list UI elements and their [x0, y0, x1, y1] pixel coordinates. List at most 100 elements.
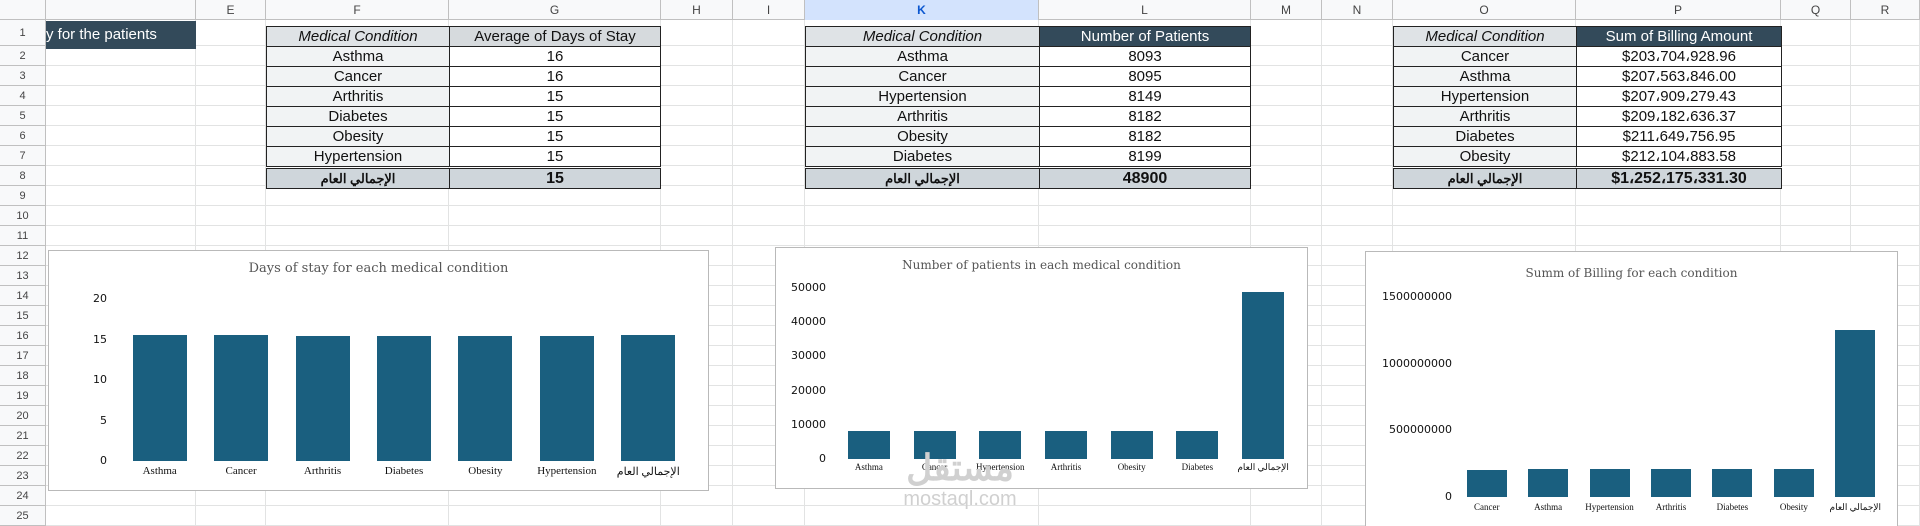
table-cell-condition[interactable]: Obesity [1393, 146, 1577, 167]
row-header[interactable]: 16 [0, 326, 46, 346]
chart-bar[interactable] [1466, 469, 1507, 497]
row-header[interactable]: 11 [0, 226, 46, 246]
row-header[interactable]: 21 [0, 426, 46, 446]
row-header[interactable]: 9 [0, 186, 46, 206]
table-cell-condition[interactable]: Asthma [1393, 66, 1577, 87]
table-total-value[interactable]: 48900 [1039, 168, 1251, 189]
chart-bar[interactable] [1110, 431, 1153, 459]
table-total-label[interactable]: الإجمالي العام [266, 168, 450, 189]
table-cell-value[interactable]: 8149 [1039, 86, 1251, 107]
chart-bar[interactable] [1773, 468, 1814, 497]
row-header[interactable]: 1 [0, 20, 46, 46]
row-header[interactable]: 19 [0, 386, 46, 406]
chart-number-of-patients[interactable]: Number of patients in each medical condi… [775, 247, 1308, 489]
table-cell-condition[interactable]: Diabetes [266, 106, 450, 127]
chart-bar[interactable] [1045, 431, 1087, 459]
table-cell-value[interactable]: $211،649،756.95 [1576, 126, 1782, 147]
row-header[interactable]: 2 [0, 46, 46, 66]
row-header[interactable]: 18 [0, 366, 46, 386]
row-header[interactable]: 24 [0, 486, 46, 506]
column-header-r[interactable]: R [1851, 0, 1920, 20]
chart-bar[interactable] [1835, 330, 1876, 497]
column-header-d[interactable] [46, 0, 196, 20]
row-header[interactable]: 3 [0, 66, 46, 86]
row-header[interactable]: 23 [0, 466, 46, 486]
row-header[interactable]: 15 [0, 306, 46, 326]
table-cell-value[interactable]: 15 [449, 106, 661, 127]
table-total-value[interactable]: 15 [449, 168, 661, 189]
chart-bar[interactable] [295, 336, 350, 461]
table-cell-value[interactable]: 15 [449, 86, 661, 107]
table-cell-condition[interactable]: Cancer [266, 66, 450, 87]
column-header-k[interactable]: K [805, 0, 1039, 20]
table-cell-condition[interactable]: Hypertension [1393, 86, 1577, 107]
table-cell-value[interactable]: 16 [449, 66, 661, 87]
chart-bar[interactable] [1651, 469, 1691, 497]
chart-bar[interactable] [621, 335, 676, 461]
row-header[interactable]: 4 [0, 86, 46, 106]
chart-days-of-stay[interactable]: Days of stay for each medical condition … [48, 250, 709, 491]
column-header-o[interactable]: O [1393, 0, 1576, 20]
table-total-value[interactable]: $1،252،175،331.30 [1576, 168, 1782, 189]
table-total-label[interactable]: الإجمالي العام [1393, 168, 1577, 189]
table-total-label[interactable]: الإجمالي العام [805, 168, 1040, 189]
column-header-q[interactable]: Q [1781, 0, 1851, 20]
chart-bar[interactable] [539, 336, 594, 461]
table-header-billing[interactable]: Sum of Billing Amount [1576, 26, 1782, 47]
chart-bar[interactable] [458, 336, 513, 461]
chart-billing[interactable]: Summ of Billing for each condition 0 5000… [1365, 251, 1898, 526]
table-header-condition[interactable]: Medical Condition [1393, 26, 1577, 47]
chart-bar[interactable] [1528, 469, 1569, 497]
table-cell-condition[interactable]: Asthma [266, 46, 450, 67]
table-cell-value[interactable]: 8095 [1039, 66, 1251, 87]
column-header-l[interactable]: L [1039, 0, 1251, 20]
table-cell-value[interactable]: $207،563،846.00 [1576, 66, 1782, 87]
column-header-m[interactable]: M [1251, 0, 1322, 20]
chart-bar[interactable] [214, 335, 269, 461]
table-cell-value[interactable]: $209،182،636.37 [1576, 106, 1782, 127]
table-cell-value[interactable]: 16 [449, 46, 661, 67]
row-header[interactable]: 17 [0, 346, 46, 366]
table-cell-condition[interactable]: Diabetes [805, 146, 1040, 167]
row-header[interactable]: 25 [0, 506, 46, 526]
table-header-patients[interactable]: Number of Patients [1039, 26, 1251, 47]
row-header[interactable]: 14 [0, 286, 46, 306]
table-cell-condition[interactable]: Hypertension [266, 146, 450, 167]
table-cell-value[interactable]: $207،909،279.43 [1576, 86, 1782, 107]
table-cell-condition[interactable]: Arthritis [266, 86, 450, 107]
row-header[interactable]: 20 [0, 406, 46, 426]
column-header-i[interactable]: I [733, 0, 805, 20]
chart-bar[interactable] [1712, 468, 1753, 497]
row-header[interactable]: 10 [0, 206, 46, 226]
select-all-corner[interactable] [0, 0, 46, 20]
chart-bar[interactable] [132, 334, 187, 461]
table-header-condition[interactable]: Medical Condition [266, 26, 450, 47]
table-header-average[interactable]: Average of Days of Stay [449, 26, 661, 47]
row-header[interactable]: 7 [0, 146, 46, 166]
table-cell-condition[interactable]: Hypertension [805, 86, 1040, 107]
table-cell-condition[interactable]: Cancer [805, 66, 1040, 87]
table-cell-condition[interactable]: Diabetes [1393, 126, 1577, 147]
chart-bar[interactable] [1176, 430, 1219, 459]
cell-d1-title[interactable]: y for the patients [46, 21, 196, 49]
table-cell-value[interactable]: 15 [449, 126, 661, 147]
column-header-g[interactable]: G [449, 0, 661, 20]
chart-bar[interactable] [1589, 469, 1630, 497]
column-header-h[interactable]: H [661, 0, 733, 20]
table-cell-value[interactable]: $212،104،883.58 [1576, 146, 1782, 167]
row-header[interactable]: 12 [0, 246, 46, 266]
table-cell-value[interactable]: 8199 [1039, 146, 1251, 167]
table-cell-value[interactable]: 8182 [1039, 106, 1251, 127]
table-cell-condition[interactable]: Cancer [1393, 46, 1577, 67]
row-header[interactable]: 13 [0, 266, 46, 286]
table-cell-value[interactable]: 15 [449, 146, 661, 167]
table-cell-condition[interactable]: Asthma [805, 46, 1040, 67]
column-header-n[interactable]: N [1322, 0, 1393, 20]
table-cell-condition[interactable]: Obesity [266, 126, 450, 147]
table-header-condition[interactable]: Medical Condition [805, 26, 1040, 47]
row-header[interactable]: 6 [0, 126, 46, 146]
chart-bar[interactable] [377, 336, 431, 461]
table-cell-value[interactable]: 8093 [1039, 46, 1251, 67]
column-header-e[interactable]: E [196, 0, 266, 20]
column-header-p[interactable]: P [1576, 0, 1781, 20]
